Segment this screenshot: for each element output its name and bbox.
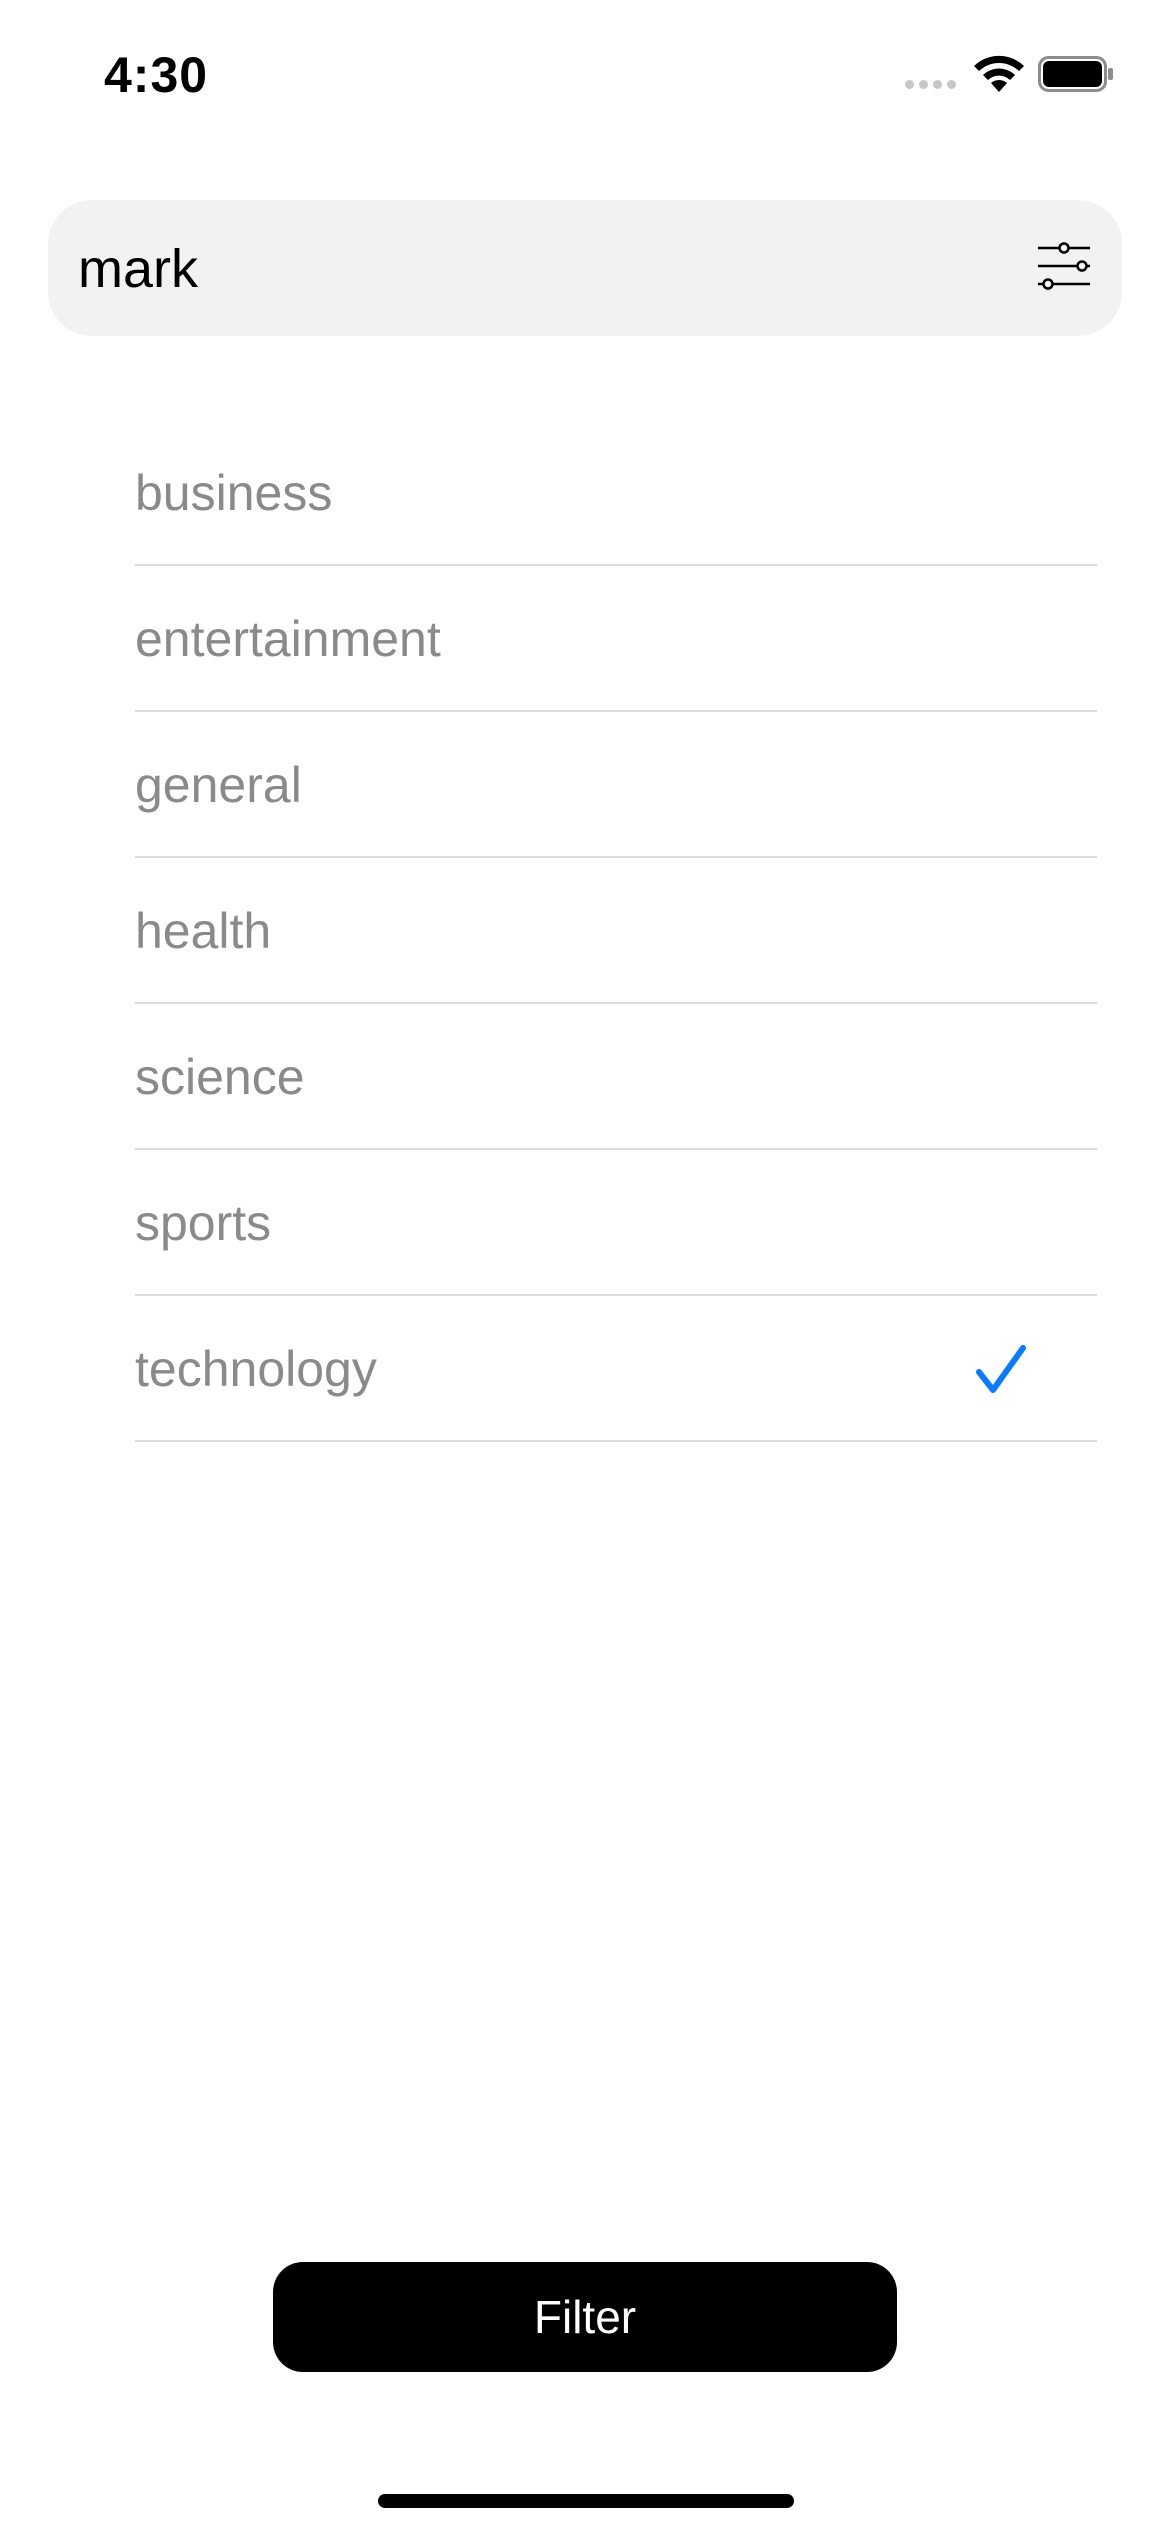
status-time: 4:30: [104, 47, 209, 103]
category-label: technology: [135, 1341, 377, 1397]
category-row-entertainment[interactable]: entertainment: [135, 566, 1097, 712]
category-row-business[interactable]: business: [135, 420, 1097, 566]
search-input[interactable]: mark: [78, 238, 198, 300]
category-row-sports[interactable]: sports: [135, 1150, 1097, 1296]
category-label: sports: [135, 1195, 272, 1251]
status-bar: 4:30: [0, 0, 1170, 150]
checkmark-icon: [976, 1345, 1026, 1393]
wifi-icon: [974, 55, 1024, 92]
category-label: science: [135, 1049, 305, 1105]
battery-icon: [1038, 56, 1113, 92]
category-row-science[interactable]: science: [135, 1004, 1097, 1150]
filter-button[interactable]: Filter: [273, 2262, 897, 2372]
category-label: business: [135, 465, 333, 521]
category-label: general: [135, 757, 302, 813]
category-list: business entertainment general health sc…: [135, 420, 1097, 1442]
category-label: entertainment: [135, 611, 441, 667]
sliders-icon[interactable]: [1036, 242, 1092, 294]
cellular-signal-icon: [905, 80, 956, 89]
category-label: health: [135, 903, 272, 959]
category-row-health[interactable]: health: [135, 858, 1097, 1004]
category-row-technology[interactable]: technology: [135, 1296, 1097, 1442]
search-bar[interactable]: mark: [48, 200, 1122, 336]
home-indicator[interactable]: [378, 2494, 794, 2508]
category-row-general[interactable]: general: [135, 712, 1097, 858]
